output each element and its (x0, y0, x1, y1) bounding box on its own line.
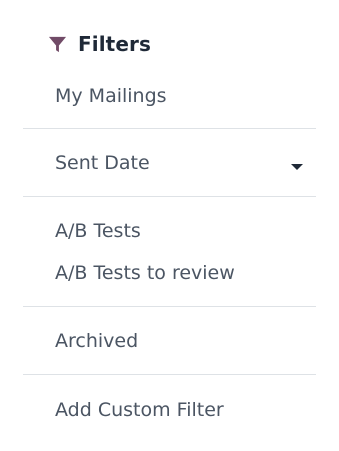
divider (23, 196, 316, 197)
add-custom-filter-button[interactable]: Add Custom Filter (55, 397, 224, 423)
divider (23, 374, 316, 375)
filters-title: Filters (78, 32, 151, 56)
filter-archived[interactable]: Archived (55, 328, 138, 354)
filter-ab-tests-to-review[interactable]: A/B Tests to review (55, 260, 235, 286)
filters-panel: Filters My Mailings Sent Date A/B Tests … (0, 0, 339, 451)
divider (23, 306, 316, 307)
filter-icon (47, 34, 68, 55)
filter-my-mailings[interactable]: My Mailings (55, 83, 167, 109)
caret-down-icon[interactable] (290, 157, 304, 170)
divider (23, 128, 316, 129)
filters-header: Filters (47, 30, 151, 58)
filter-ab-tests[interactable]: A/B Tests (55, 218, 141, 244)
filter-sent-date[interactable]: Sent Date (55, 150, 150, 176)
